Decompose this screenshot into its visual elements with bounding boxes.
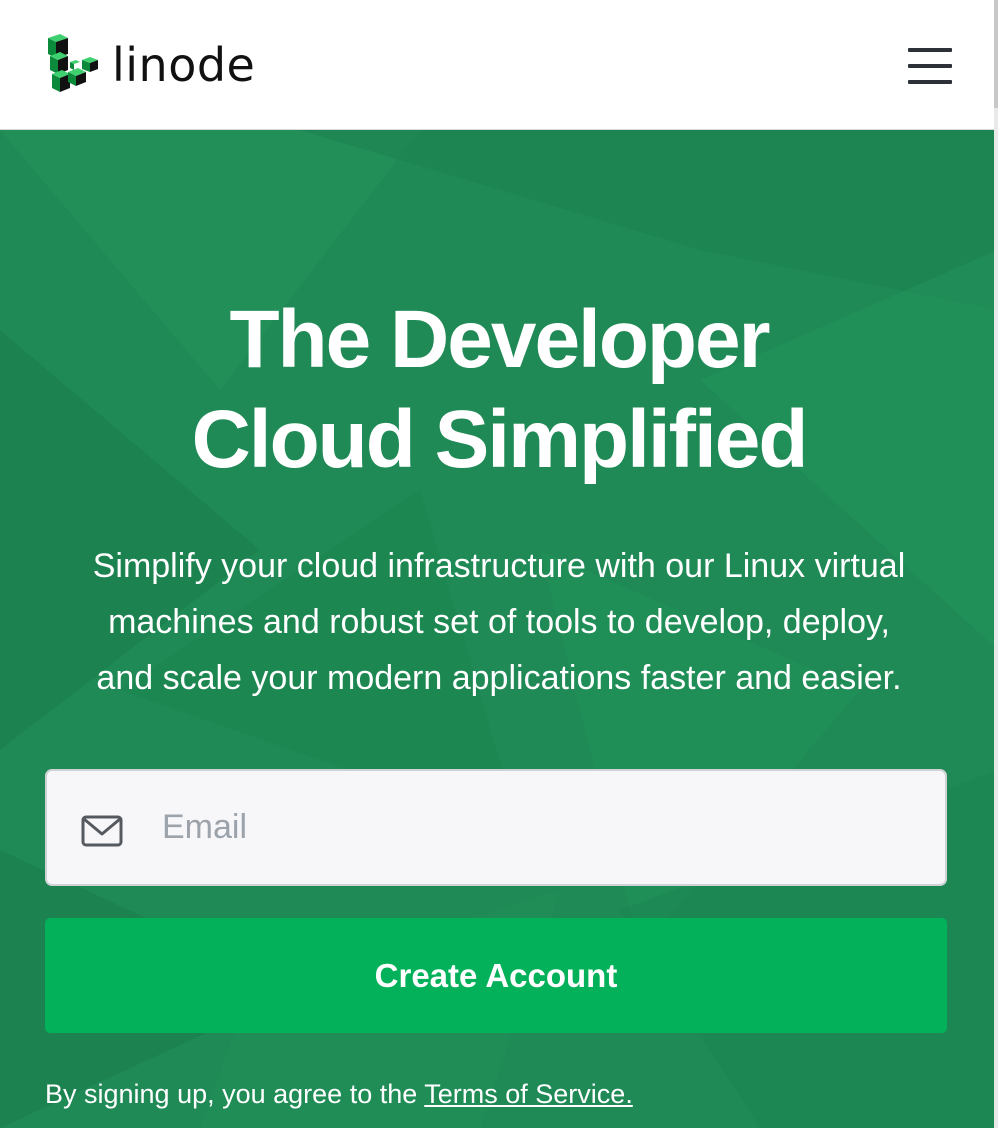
title-line-2: Cloud Simplified (191, 394, 809, 485)
terms-notice: By signing up, you agree to the Terms of… (45, 1074, 945, 1114)
hamburger-bar (908, 80, 952, 84)
terms-prefix: By signing up, you agree to the (45, 1079, 425, 1109)
page-title: The Developer Cloud Simplified (0, 290, 998, 490)
hero-section: The Developer Cloud Simplified Simplify … (0, 130, 998, 1128)
subtitle-line-3: and scale your modern applications faste… (96, 659, 902, 697)
title-line-1: The Developer (229, 294, 770, 385)
page-scrollbar[interactable] (994, 0, 998, 1128)
site-header: linode (0, 0, 998, 130)
terms-of-service-link[interactable]: Terms of Service. (424, 1079, 633, 1109)
email-field[interactable] (45, 769, 947, 886)
hamburger-menu-icon[interactable] (908, 46, 954, 86)
envelope-icon (81, 815, 123, 847)
subtitle-line-1: Simplify your cloud infrastructure with … (92, 547, 906, 585)
linode-logo-link[interactable]: linode (44, 32, 255, 98)
hamburger-bar (908, 64, 952, 68)
create-account-button[interactable]: Create Account (45, 918, 947, 1033)
linode-cube-logo-icon (48, 34, 98, 92)
subtitle-line-2: machines and robust set of tools to deve… (108, 603, 890, 641)
email-input[interactable] (162, 771, 932, 884)
scrollbar-thumb[interactable] (994, 0, 998, 108)
logo-text: linode (112, 38, 256, 92)
hero-subtitle: Simplify your cloud infrastructure with … (40, 538, 958, 706)
hamburger-bar (908, 48, 952, 52)
